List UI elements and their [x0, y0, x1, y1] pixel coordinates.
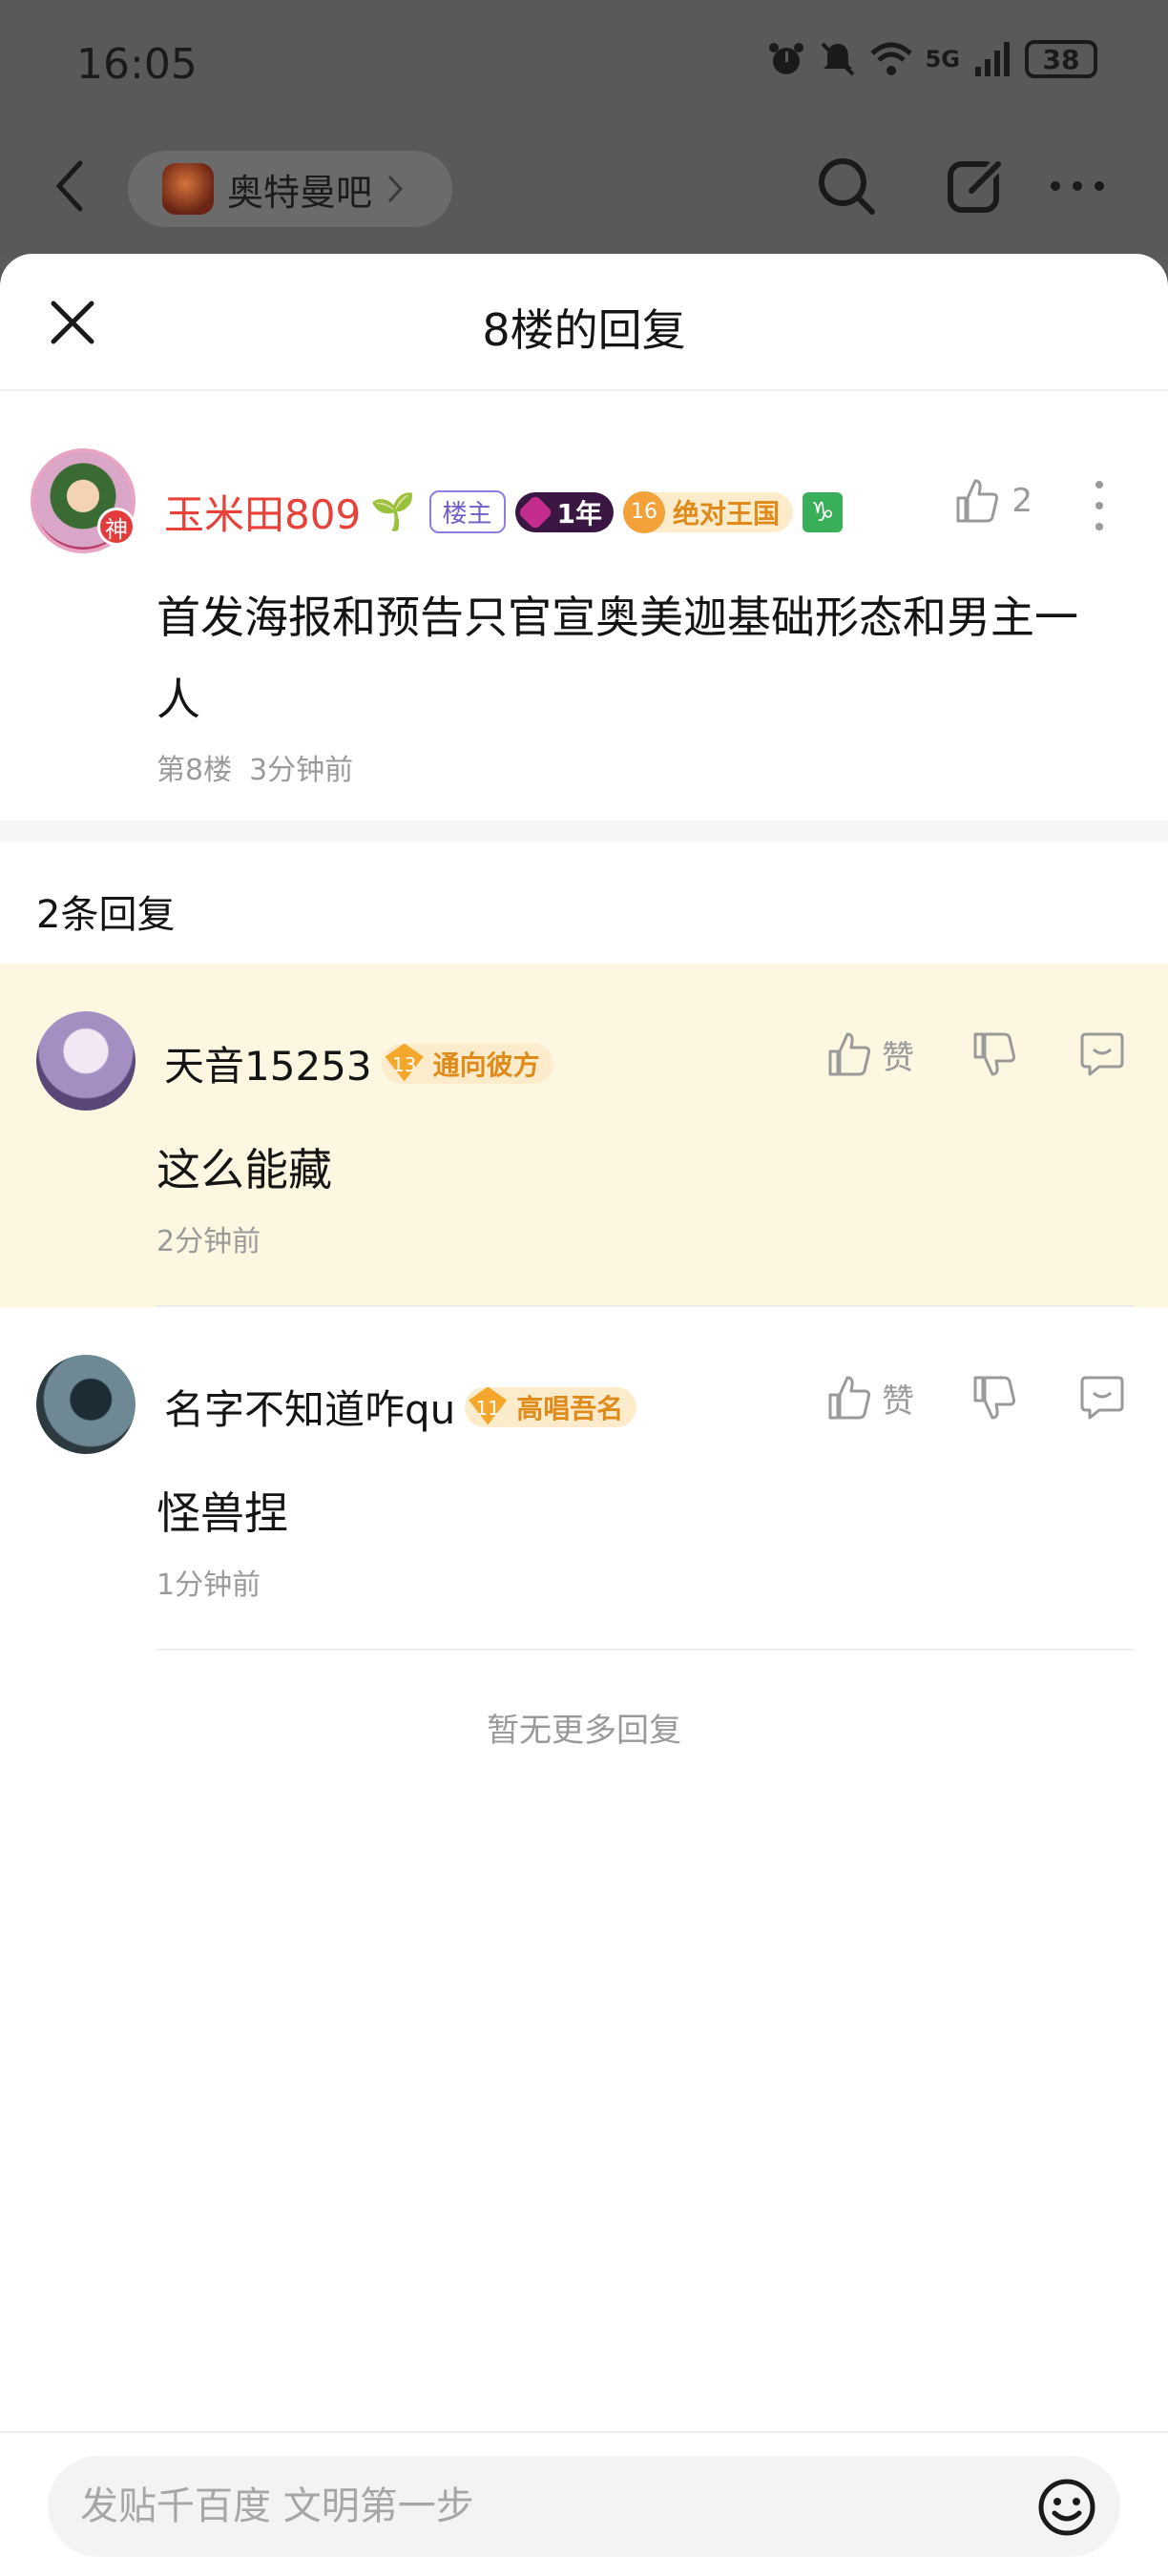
alarm-icon [768, 43, 803, 74]
username[interactable]: 名字不知道咋qu [164, 1378, 455, 1436]
chevron-right-icon [387, 175, 404, 203]
zodiac-icon: ♑ [803, 491, 844, 532]
reply-button[interactable] [1078, 1374, 1126, 1422]
reply-item: 天音15253 13 通向彼方 赞 这么能藏 2分钟前 [0, 964, 1168, 1307]
like-count: 2 [1012, 482, 1032, 520]
reply-content: 怪兽捏 [156, 1487, 288, 1539]
network-type: 5G [925, 46, 960, 73]
avatar[interactable] [36, 1355, 136, 1454]
gem-icon [516, 493, 553, 530]
like-label: 赞 [882, 1381, 914, 1421]
reply-user-line: 天音15253 13 通向彼方 [164, 1034, 553, 1092]
thumbs-up-icon [828, 1376, 870, 1420]
dislike-button[interactable] [971, 1030, 1017, 1078]
reply-input[interactable] [80, 2456, 996, 2557]
like-label: 赞 [882, 1038, 914, 1077]
diamond-icon: 13 [382, 1043, 428, 1084]
status-bar: 16:05 5G 38 [0, 0, 1168, 134]
forum-avatar [162, 163, 214, 215]
level-badge: 16 绝对王国 [623, 490, 794, 533]
floor-post: 神 玉米田809 🌱 楼主 1年 16 绝对王国 ♑ 2 首发海报和预告只官宣奥… [0, 391, 1168, 821]
reply-composer [0, 2431, 1168, 2576]
section-divider [0, 821, 1168, 841]
level-badge: 11 高唱吾名 [465, 1386, 637, 1427]
username[interactable]: 天音15253 [164, 1034, 372, 1092]
reply-count-row: 2条回复 [0, 841, 1168, 964]
membership-years: 1年 [556, 497, 602, 530]
emoji-icon[interactable] [1036, 2477, 1097, 2538]
like-button[interactable]: 赞 [826, 1030, 914, 1078]
level-title: 绝对王国 [673, 497, 781, 530]
more-vertical-icon[interactable] [1094, 479, 1105, 532]
reply-actions: 赞 [826, 1374, 1126, 1422]
level-number: 13 [385, 1043, 424, 1082]
level-title: 通向彼方 [432, 1049, 540, 1081]
thumbs-down-icon [973, 1032, 1015, 1076]
forum-name-pill[interactable]: 奥特曼吧 [128, 151, 452, 227]
thumbs-down-icon [973, 1376, 1015, 1420]
level-title: 高唱吾名 [516, 1392, 624, 1424]
forum-top-nav: 奥特曼吧 [0, 143, 1168, 229]
divider [156, 1649, 1134, 1651]
sheet-header: 8楼的回复 [0, 254, 1168, 391]
floor-number: 第8楼 [156, 754, 233, 787]
status-icons: 5G 38 [767, 40, 1097, 78]
forum-name: 奥特曼吧 [227, 171, 373, 214]
signal-icon [975, 42, 1010, 76]
username-emoji: 🌱 [370, 490, 416, 532]
thumbs-up-icon [956, 479, 999, 523]
avatar[interactable] [36, 1011, 136, 1111]
battery-indicator: 38 [1025, 40, 1097, 78]
owner-tag: 楼主 [428, 490, 506, 533]
wifi-icon [869, 42, 912, 75]
reply-count: 2条回复 [36, 893, 176, 937]
post-time: 3分钟前 [249, 754, 354, 787]
reply-content: 这么能藏 [156, 1144, 332, 1195]
status-time: 16:05 [76, 40, 198, 89]
edit-icon[interactable] [945, 155, 1008, 218]
sheet-title: 8楼的回复 [482, 304, 686, 356]
username[interactable]: 玉米田809 [164, 483, 361, 541]
avatar[interactable]: 神 [31, 448, 136, 553]
reply-time: 1分钟前 [156, 1568, 261, 1602]
membership-years-badge: 1年 [514, 491, 614, 532]
post-meta: 第8楼 3分钟前 [156, 746, 353, 788]
no-more-replies: 暂无更多回复 [487, 1712, 681, 1750]
reply-item: 名字不知道咋qu 11 高唱吾名 赞 怪兽捏 1分钟前 [0, 1307, 1168, 1651]
level-number: 16 [623, 490, 665, 533]
reply-user-line: 名字不知道咋qu 11 高唱吾名 [164, 1378, 637, 1436]
comment-icon [1080, 1376, 1124, 1420]
reply-sheet: 8楼的回复 神 玉米田809 🌱 楼主 1年 16 绝对王国 ♑ 2 首发海报和… [0, 254, 1168, 2576]
reply-button[interactable] [1078, 1030, 1126, 1078]
level-number: 11 [469, 1386, 508, 1425]
avatar-badge: 神 [97, 508, 136, 546]
like-button[interactable]: 2 [954, 477, 1032, 525]
comment-icon [1080, 1032, 1124, 1076]
mute-icon [821, 42, 855, 76]
composer-pill [48, 2456, 1120, 2557]
post-content: 首发海报和预告只官宣奥美迦基础形态和男主一人 [156, 592, 1078, 725]
more-icon[interactable] [1046, 155, 1109, 218]
reply-time: 2分钟前 [156, 1225, 261, 1258]
level-badge: 13 通向彼方 [381, 1043, 553, 1084]
search-icon[interactable] [815, 155, 878, 218]
back-icon[interactable] [50, 157, 92, 215]
like-button[interactable]: 赞 [826, 1374, 914, 1422]
post-user-line: 玉米田809 🌱 楼主 1年 16 绝对王国 ♑ [164, 483, 844, 541]
diamond-icon: 11 [465, 1386, 511, 1427]
dislike-button[interactable] [971, 1374, 1017, 1422]
thumbs-up-icon [828, 1032, 870, 1076]
reply-actions: 赞 [826, 1030, 1126, 1078]
